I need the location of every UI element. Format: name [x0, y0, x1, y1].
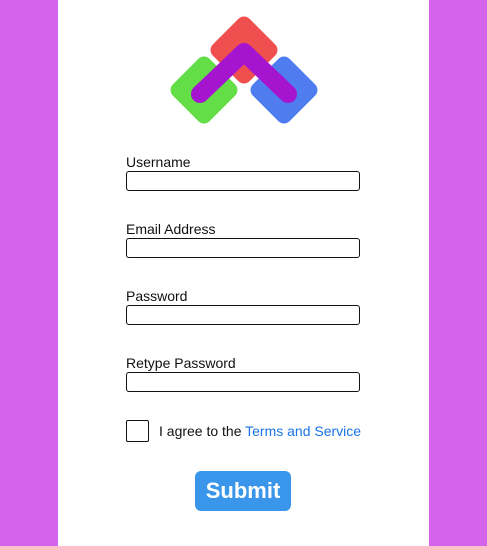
password-label: Password — [126, 288, 188, 304]
retype-password-field-group: Retype Password — [126, 355, 360, 392]
password-field-group: Password — [126, 288, 360, 325]
agree-text: I agree to the Terms and Service — [159, 423, 361, 439]
terms-link[interactable]: Terms and Service — [245, 423, 361, 439]
password-input[interactable] — [126, 305, 360, 325]
submit-button[interactable]: Submit — [195, 471, 291, 511]
agree-row: I agree to the Terms and Service — [126, 420, 361, 442]
logo-icon — [170, 16, 318, 124]
retype-password-label: Retype Password — [126, 355, 236, 371]
email-label: Email Address — [126, 221, 216, 237]
email-field-group: Email Address — [126, 221, 360, 258]
username-field-group: Username — [126, 154, 360, 191]
agree-prefix: I agree to the — [159, 423, 246, 439]
retype-password-input[interactable] — [126, 372, 360, 392]
email-input[interactable] — [126, 238, 360, 258]
username-label: Username — [126, 154, 191, 170]
signup-card: Username Email Address Password Retype P… — [58, 0, 429, 546]
username-input[interactable] — [126, 171, 360, 191]
agree-checkbox[interactable] — [126, 420, 149, 442]
